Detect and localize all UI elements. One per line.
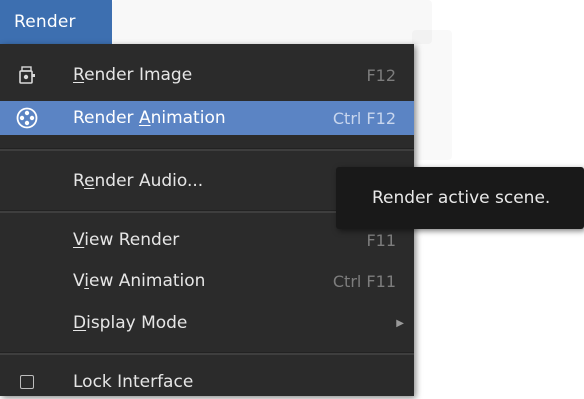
render-still-icon — [16, 64, 38, 86]
menu-item-label: Render Image — [73, 65, 193, 85]
menu-item-view-animation[interactable]: View Animation Ctrl F11 — [0, 264, 414, 298]
menu-item-label: Lock Interface — [73, 372, 194, 392]
background-block — [112, 0, 432, 44]
shortcut-text: Ctrl F12 — [332, 108, 396, 128]
shortcut-text: F12 — [366, 65, 396, 85]
submenu-arrow-icon: ▶ — [396, 317, 404, 329]
menu-item-display-mode[interactable]: Display Mode ▶ — [0, 306, 414, 340]
menu-item-label: Render Animation — [73, 108, 226, 128]
menu-separator — [0, 352, 414, 355]
render-menu-label: Render — [14, 12, 76, 32]
render-menu-tab[interactable]: Render — [0, 0, 112, 44]
menu-item-lock-interface[interactable]: Lock Interface — [0, 365, 414, 399]
menu-item-label: View Render — [73, 230, 180, 250]
menu-item-label: View Animation — [73, 271, 206, 291]
lock-interface-checkbox[interactable] — [20, 375, 34, 389]
menu-item-render-animation[interactable]: Render Animation Ctrl F12 — [0, 101, 414, 135]
tooltip-text: Render active scene. — [372, 188, 551, 208]
tooltip: Render active scene. — [336, 167, 584, 229]
menu-item-render-image[interactable]: Render Image F12 — [0, 58, 414, 92]
menu-item-label: Render Audio... — [73, 171, 204, 191]
render-animation-icon — [16, 107, 38, 129]
menu-item-label: Display Mode — [73, 313, 188, 333]
shortcut-text: F11 — [366, 230, 396, 250]
checkbox-icon[interactable] — [16, 371, 38, 393]
background-block — [412, 30, 452, 160]
shortcut-text: Ctrl F11 — [332, 271, 396, 291]
menu-separator — [0, 148, 414, 151]
